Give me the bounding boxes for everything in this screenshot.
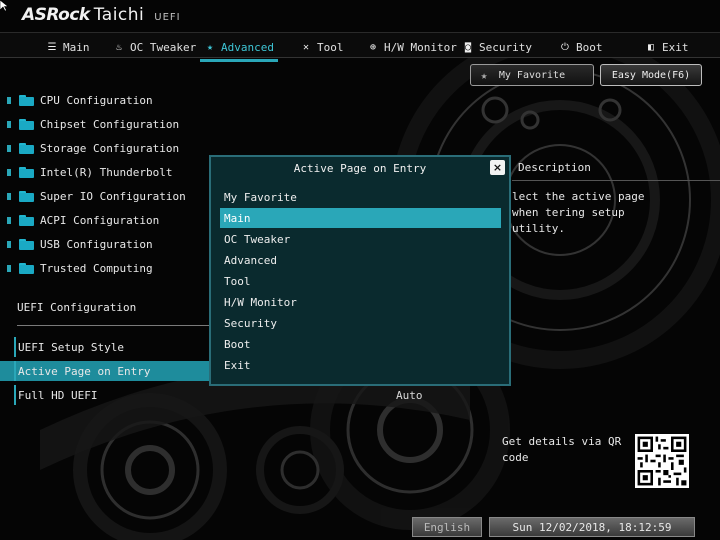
bullet-marker	[7, 240, 11, 248]
option-marker	[14, 361, 16, 381]
folder-icon	[19, 118, 34, 130]
popup-option-tool[interactable]: Tool	[220, 271, 501, 291]
tools-icon: ✕	[302, 41, 310, 53]
close-icon[interactable]: ×	[490, 160, 505, 175]
menu-item-label: Super IO Configuration	[40, 189, 186, 203]
tab-advanced[interactable]: ★ Advanced	[200, 37, 278, 62]
description-text: lect the active page when tering setup u…	[512, 190, 645, 235]
section-divider	[17, 325, 212, 326]
menu-item-usb-configuration[interactable]: USB Configuration	[0, 233, 212, 255]
bullet-marker	[7, 192, 11, 200]
menu-item-label: Storage Configuration	[40, 141, 180, 155]
folder-icon	[19, 262, 34, 274]
popup-option-boot[interactable]: Boot	[220, 334, 501, 354]
option-marker	[14, 337, 16, 357]
description-divider	[512, 180, 720, 181]
popup-option-my-favorite[interactable]: My Favorite	[220, 187, 501, 207]
menu-item-intel-thunderbolt[interactable]: Intel(R) Thunderbolt	[0, 161, 212, 183]
full-hd-uefi-value[interactable]: Auto	[396, 389, 423, 402]
exit-icon: ◧	[647, 41, 655, 53]
main-nav: ☰ Main ♨ OC Tweaker ★ Advanced ✕ Tool ⊕ H/W M…	[0, 32, 720, 62]
title-bar: ASRock Taichi UEFI	[0, 0, 720, 32]
popup-option-advanced[interactable]: Advanced	[220, 250, 501, 270]
brand-logo: ASRock Taichi UEFI	[22, 5, 181, 25]
star-icon: ★	[480, 68, 488, 82]
option-active-page-on-entry[interactable]: Active Page on Entry	[0, 361, 212, 381]
tab-label: Main	[63, 40, 90, 54]
section-heading: UEFI Configuration	[17, 301, 137, 314]
folder-icon	[19, 238, 34, 250]
tab-hw-monitor[interactable]: ⊕ H/W Monitor	[367, 37, 457, 57]
popup-option-exit[interactable]: Exit	[220, 355, 501, 375]
tab-label: Tool	[317, 40, 344, 54]
active-page-popup: Active Page on Entry × My Favorite Main …	[209, 155, 511, 386]
tab-security[interactable]: ◙ Security	[462, 37, 532, 57]
brand-name: ASRock	[22, 5, 90, 25]
bullet-marker	[7, 144, 11, 152]
menu-item-acpi-configuration[interactable]: ACPI Configuration	[0, 209, 212, 231]
monitor-icon: ⊕	[369, 41, 377, 53]
tab-boot[interactable]: ⏻ Boot	[559, 37, 603, 57]
tab-label: Exit	[662, 40, 689, 54]
flame-icon: ♨	[115, 41, 123, 53]
folder-icon	[19, 214, 34, 226]
easy-mode-button[interactable]: Easy Mode(F6)	[600, 64, 702, 86]
option-full-hd-uefi[interactable]: Full HD UEFI	[0, 385, 212, 405]
star-icon: ★	[206, 41, 214, 53]
tab-label: H/W Monitor	[384, 40, 457, 54]
list-icon: ☰	[47, 41, 57, 53]
bullet-marker	[7, 264, 11, 272]
shield-icon: ◙	[464, 41, 472, 53]
my-favorite-label: My Favorite	[498, 69, 566, 81]
menu-item-label: Chipset Configuration	[40, 117, 180, 131]
language-selector[interactable]: English	[412, 517, 482, 537]
my-favorite-button[interactable]: ★ My Favorite	[470, 64, 594, 86]
tab-exit[interactable]: ◧ Exit	[645, 37, 689, 57]
folder-icon	[19, 142, 34, 154]
tab-tool[interactable]: ✕ Tool	[300, 37, 344, 57]
qr-caption: Get details via QR code	[502, 435, 622, 464]
folder-icon	[19, 94, 34, 106]
menu-item-label: Intel(R) Thunderbolt	[40, 165, 173, 179]
option-marker	[14, 385, 16, 405]
menu-item-storage-configuration[interactable]: Storage Configuration	[0, 137, 212, 159]
menu-item-chipset-configuration[interactable]: Chipset Configuration	[0, 113, 212, 135]
menu-item-label: USB Configuration	[40, 237, 153, 251]
menu-item-cpu-configuration[interactable]: CPU Configuration	[0, 89, 212, 111]
menu-item-trusted-computing[interactable]: Trusted Computing	[0, 257, 212, 279]
popup-title: Active Page on Entry	[293, 161, 427, 175]
menu-item-label: CPU Configuration	[40, 93, 153, 107]
menu-item-label: Trusted Computing	[40, 261, 153, 275]
mouse-cursor-icon	[0, 0, 9, 12]
brand-model: Taichi	[93, 5, 145, 25]
qr-code-icon	[635, 434, 689, 488]
folder-icon	[19, 166, 34, 178]
folder-icon	[19, 190, 34, 202]
tab-label: Boot	[576, 40, 603, 54]
tab-label: OC Tweaker	[130, 40, 197, 54]
bullet-marker	[7, 120, 11, 128]
tab-label: Security	[479, 40, 532, 54]
tab-main[interactable]: ☰ Main	[46, 37, 90, 57]
popup-option-security[interactable]: Security	[220, 313, 501, 333]
option-uefi-setup-style[interactable]: UEFI Setup Style	[0, 337, 212, 357]
bullet-marker	[7, 216, 11, 224]
description-title: Description	[518, 161, 591, 174]
system-datetime: Sun 12/02/2018, 18:12:59	[489, 517, 695, 537]
tab-label: Advanced	[221, 40, 274, 54]
popup-option-oc-tweaker[interactable]: OC Tweaker	[220, 229, 501, 249]
bullet-marker	[7, 96, 11, 104]
bullet-marker	[7, 168, 11, 176]
menu-item-label: ACPI Configuration	[40, 213, 160, 227]
brand-suffix: UEFI	[154, 12, 181, 23]
popup-option-hw-monitor[interactable]: H/W Monitor	[220, 292, 501, 312]
tab-oc-tweaker[interactable]: ♨ OC Tweaker	[113, 37, 196, 57]
menu-item-super-io-configuration[interactable]: Super IO Configuration	[0, 185, 212, 207]
popup-option-main[interactable]: Main	[220, 208, 501, 228]
power-icon: ⏻	[561, 41, 569, 53]
